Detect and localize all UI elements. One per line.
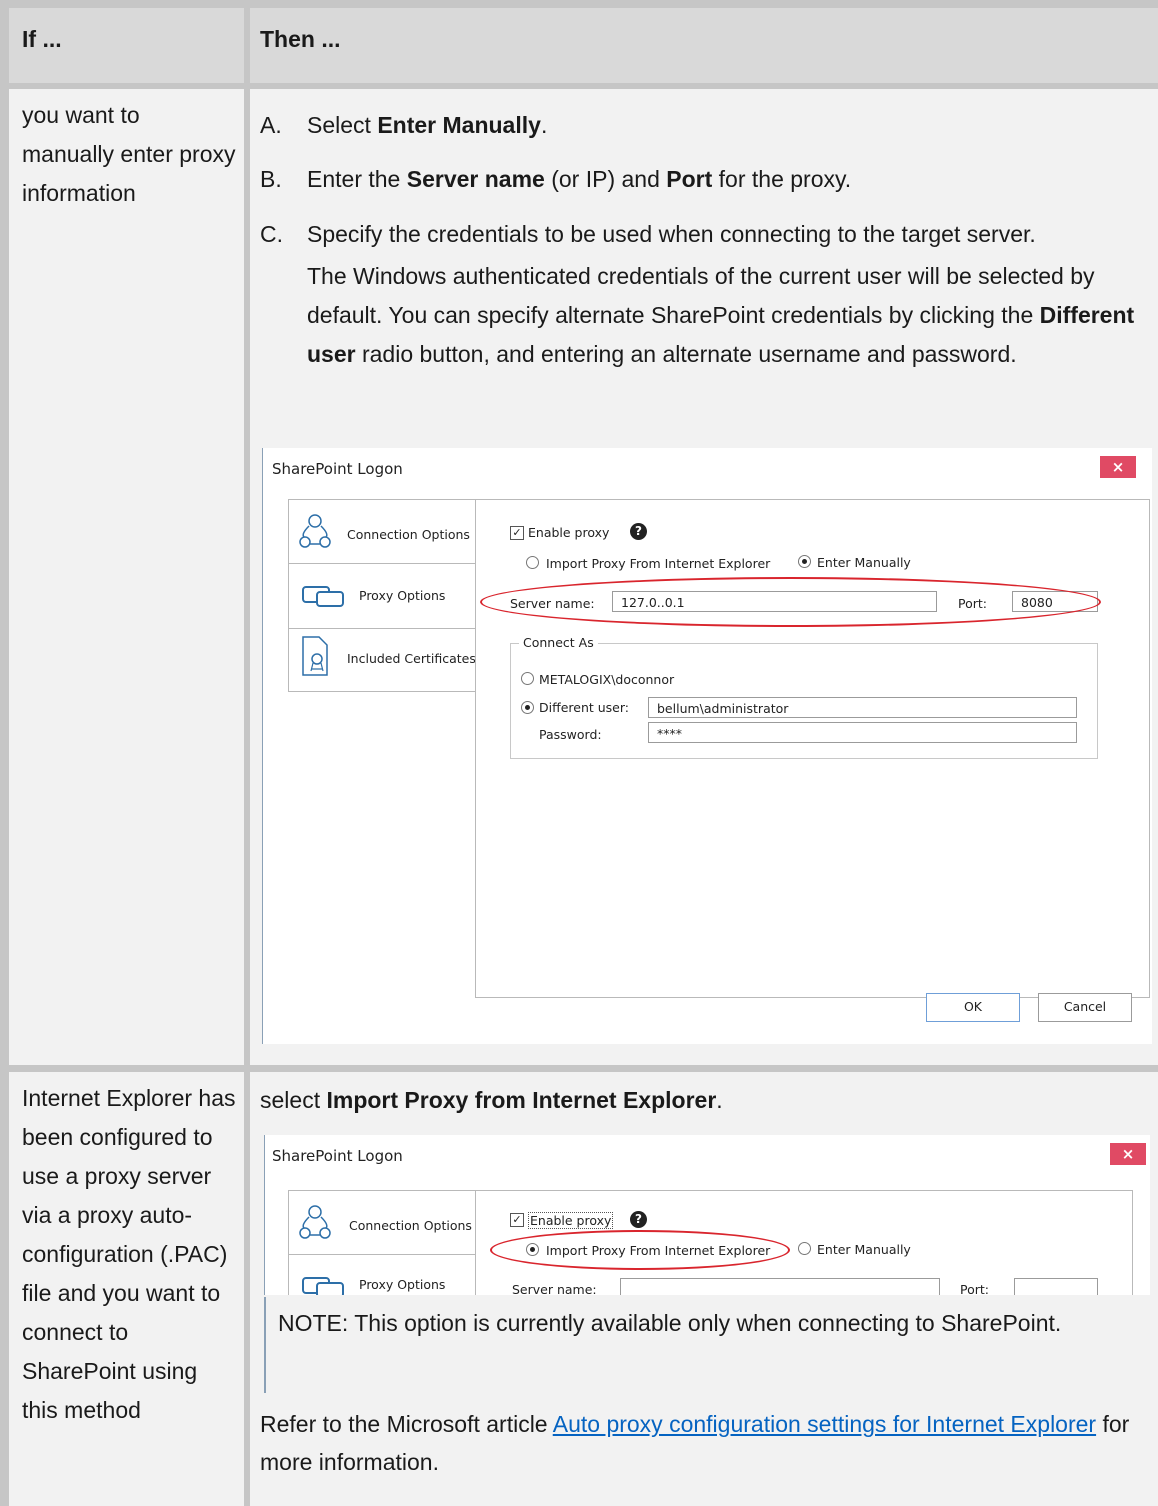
table-header: If ... Then ... — [0, 0, 1158, 83]
ok-button[interactable]: OK — [926, 993, 1020, 1022]
dialog2-server-name-input[interactable] — [620, 1278, 940, 1295]
table-border-top — [0, 0, 1158, 8]
dialog2-server-name-label: Server name: — [512, 1282, 597, 1295]
dialog2-port-label: Port: — [960, 1282, 989, 1295]
sharepoint-logon-dialog-cropped: SharePoint Logon × Connection Options Pr… — [264, 1135, 1150, 1295]
header-then: Then ... — [260, 26, 341, 52]
table-row-divider — [0, 1065, 1158, 1072]
sharepoint-logon-dialog: SharePoint Logon × Connection Options Pr… — [262, 448, 1152, 1044]
connection-icon — [299, 1205, 331, 1239]
certificate-icon — [302, 636, 328, 676]
table-border-left — [0, 0, 9, 1506]
row2-if-text: Internet Explorer has been configured to… — [22, 1085, 236, 1423]
dialog2-tab-proxy-options[interactable]: Proxy Options — [288, 1254, 478, 1295]
note-text: NOTE: This option is currently available… — [278, 1310, 1062, 1336]
tab-connection-options[interactable]: Connection Options — [288, 499, 478, 565]
dialog2-proxy-panel: ✓ Enable proxy ? Import Proxy From Inter… — [475, 1190, 1133, 1295]
dialog2-highlight-ellipse — [490, 1230, 790, 1270]
tab-included-certificates-label: Included Certificates — [347, 651, 476, 666]
close-button[interactable]: × — [1100, 456, 1136, 478]
radio-different-user[interactable] — [521, 701, 534, 714]
proxy-icon — [302, 586, 344, 607]
tab-proxy-options-label: Proxy Options — [359, 588, 446, 603]
proxy-icon — [302, 1277, 344, 1295]
current-user-label: METALOGIX\doconnor — [539, 672, 675, 687]
password-label: Password: — [539, 727, 602, 742]
radio-current-user[interactable] — [521, 672, 534, 685]
tab-connection-options-label: Connection Options — [347, 527, 470, 542]
dialog2-tab-proxy-label: Proxy Options — [359, 1277, 446, 1292]
enable-proxy-label: Enable proxy — [528, 525, 610, 540]
dialog2-tab-connection-label: Connection Options — [349, 1218, 472, 1233]
enable-proxy-checkbox[interactable]: ✓ — [510, 526, 524, 540]
table-header-divider — [0, 83, 1158, 89]
table-column-divider — [244, 0, 250, 1506]
cancel-button[interactable]: Cancel — [1038, 993, 1132, 1022]
dialog2-port-input[interactable] — [1014, 1278, 1098, 1295]
row1-if-text: you want to manually enter proxy informa… — [22, 102, 236, 206]
connection-icon — [299, 514, 331, 548]
different-user-input[interactable]: bellum\administrator — [648, 697, 1077, 718]
dialog-title: SharePoint Logon — [272, 460, 403, 478]
tab-included-certificates[interactable]: Included Certificates — [288, 628, 478, 692]
if-then-table: If ... Then ... you want to manually ent… — [0, 0, 1158, 1506]
row1-step-a: A. Select Enter Manually. — [260, 112, 548, 138]
dialog2-radio-manual-label: Enter Manually — [817, 1242, 911, 1257]
row1-step-b: B. Enter the Server name (or IP) and Port… — [260, 166, 852, 192]
dialog2-tab-connection-options[interactable]: Connection Options — [288, 1190, 478, 1256]
microsoft-article-link[interactable]: Auto proxy configuration settings for In… — [553, 1411, 1096, 1437]
header-if: If ... — [22, 26, 62, 52]
row2-then-text: select Import Proxy from Internet Explor… — [260, 1087, 723, 1113]
connect-as-group: Connect As METALOGIX\doconnor Different … — [510, 635, 1098, 759]
row1-step-c: C. Specify the credentials to be used whe… — [260, 221, 1036, 247]
password-input[interactable]: **** — [648, 722, 1077, 743]
dialog2-close-button[interactable]: × — [1110, 1143, 1146, 1165]
help-icon[interactable]: ? — [630, 523, 647, 540]
dialog2-radio-enter-manually[interactable] — [798, 1242, 811, 1255]
dialog2-enable-proxy-label: Enable proxy — [528, 1212, 614, 1229]
row1-explanation: The Windows authenticated credentials of… — [307, 263, 1135, 367]
dialog2-enable-proxy-checkbox[interactable]: ✓ — [510, 1213, 524, 1227]
radio-import-proxy[interactable] — [526, 556, 539, 569]
proxy-options-panel: ✓ Enable proxy ? Import Proxy From Inter… — [475, 499, 1150, 998]
different-user-label: Different user: — [539, 700, 630, 715]
tab-proxy-options[interactable]: Proxy Options — [288, 563, 478, 630]
connect-as-title: Connect As — [519, 635, 598, 650]
radio-enter-manually[interactable] — [798, 555, 811, 568]
note-box: NOTE: This option is currently available… — [264, 1297, 1152, 1393]
dialog2-help-icon[interactable]: ? — [630, 1211, 647, 1228]
radio-enter-manually-label: Enter Manually — [817, 555, 911, 570]
radio-import-proxy-label: Import Proxy From Internet Explorer — [546, 556, 771, 571]
highlight-ellipse — [480, 577, 1101, 627]
dialog2-title: SharePoint Logon — [272, 1147, 403, 1165]
row2-refer-text: Refer to the Microsoft article Auto prox… — [260, 1411, 1130, 1475]
